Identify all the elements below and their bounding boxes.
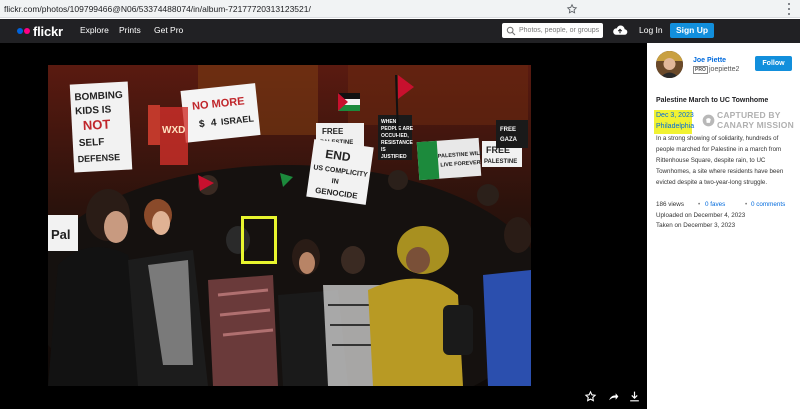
canary-mission-watermark: CAPTURED BY CANARY MISSION [702, 110, 799, 132]
nav-prints[interactable]: Prints [119, 25, 141, 35]
follow-button[interactable]: Follow [755, 56, 792, 71]
watermark-line-1: CAPTURED BY [717, 110, 781, 120]
sign-text: Pal [51, 227, 71, 242]
views-count: 186 views [656, 201, 685, 208]
sign-no-more: NO MORE $ 4 ISRAEL [180, 83, 261, 143]
description-line: people marched for Palestine in a march … [656, 146, 782, 153]
nav-explore[interactable]: Explore [80, 25, 109, 35]
faves-link[interactable]: 0 faves [705, 201, 725, 208]
sign-text: IN [331, 178, 339, 186]
sign-text: JUSTIFIED [381, 154, 407, 160]
taken-date: Taken on December 3, 2023 [656, 222, 736, 229]
protest-photo[interactable]: BOMBING KIDS IS NOT SELF DEFENSE NO MORE… [48, 65, 531, 386]
sign-pal: Pal [48, 215, 78, 251]
description-line: In a strong showing of solidarity, hundr… [656, 135, 779, 142]
photo-scene: BOMBING KIDS IS NOT SELF DEFENSE NO MORE… [48, 65, 531, 386]
owner-handle: joepiette2 [709, 66, 740, 73]
search-icon[interactable] [506, 26, 516, 36]
description-line: Townhomes, a site where residents have b… [656, 168, 784, 175]
sign-text: SELF [79, 137, 105, 149]
watermark-line-2: CANARY MISSION [717, 120, 794, 130]
photo-location-link[interactable]: Philadelphia [656, 123, 694, 130]
sign-wxd: WXD [160, 107, 188, 165]
uploaded-date: Uploaded on December 4, 2023 [656, 212, 746, 219]
description-line: evicted despite a two-year-long struggle… [656, 179, 768, 186]
logo-text: flickr [33, 23, 63, 39]
favorite-star-icon[interactable] [584, 390, 597, 403]
logo-pink-dot-icon [24, 28, 30, 34]
signup-button[interactable]: Sign Up [670, 23, 714, 38]
photo-info-panel: Joe Piette PRO joepiette2 Follow Palesti… [647, 43, 800, 409]
face-highlight-box [241, 216, 277, 264]
logo-blue-dot-icon [17, 28, 23, 34]
comments-link[interactable]: 0 comments [751, 201, 785, 208]
stat-separator: • [745, 201, 748, 208]
owner-name[interactable]: Joe Piette [693, 57, 726, 64]
avatar[interactable] [656, 51, 683, 78]
stat-separator: • [698, 201, 701, 208]
search-box[interactable] [502, 23, 603, 38]
browser-address-bar: flickr.com/photos/109799466@N06/53374488… [0, 0, 800, 18]
sign-text: PALESTINE [484, 159, 517, 165]
palestinian-flag [338, 93, 360, 111]
flickr-logo[interactable]: flickr [17, 23, 63, 39]
sign-text: NOT [83, 117, 111, 133]
pro-badge: PRO [693, 66, 708, 74]
sign-palestine-live-forever: PALESTINE WILL LIVE FOREVER [416, 137, 484, 181]
sign-text: RESISTANCE [381, 140, 414, 146]
bookmark-star-icon[interactable] [566, 3, 578, 15]
sign-text: OCCUPIED, [381, 133, 409, 139]
upload-cloud-icon[interactable] [612, 23, 628, 37]
top-navigation: flickr Explore Prints Get Pro Log In Sig… [0, 19, 800, 43]
sign-text: IS [381, 147, 386, 153]
share-icon[interactable] [607, 390, 620, 403]
avatar-image [656, 51, 683, 78]
search-input[interactable] [519, 23, 601, 38]
sign-text: FREE [500, 127, 516, 133]
sign-bombing-kids: BOMBING KIDS IS NOT SELF DEFENSE [69, 81, 133, 173]
sign-text: FREE [322, 127, 344, 136]
sign-end-us-complicity: END US COMPLICITY IN GENOCIDE [306, 139, 374, 205]
sign-free-gaza: FREE GAZA [496, 120, 528, 148]
sign-text: KIDS IS [75, 104, 112, 117]
photo-viewer: BOMBING KIDS IS NOT SELF DEFENSE NO MORE… [0, 43, 647, 409]
description-line: Rittenhouse Square, despite rain, to UC [656, 157, 766, 164]
sign-text: WXD [162, 125, 185, 136]
browser-menu-icon[interactable] [786, 2, 792, 16]
canary-mission-logo-icon [702, 114, 715, 127]
download-icon[interactable] [628, 390, 641, 403]
sign-text: WHEN [381, 119, 397, 125]
url-text[interactable]: flickr.com/photos/109799466@N06/53374488… [4, 4, 311, 14]
nav-get-pro[interactable]: Get Pro [154, 25, 183, 35]
photo-date-link[interactable]: Dec 3, 2023 [656, 112, 694, 119]
sign-occupied: WHEN PEOPLE ARE OCCUPIED, RESISTANCE IS … [378, 115, 414, 160]
sign-text: GAZA [500, 137, 518, 143]
login-link[interactable]: Log In [639, 25, 663, 35]
photo-title: Palestine March to UC Townhome [656, 97, 769, 104]
